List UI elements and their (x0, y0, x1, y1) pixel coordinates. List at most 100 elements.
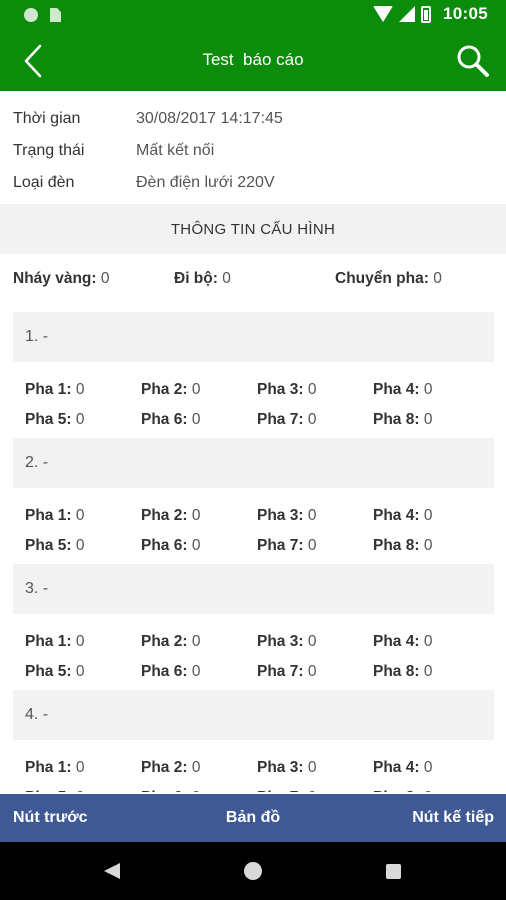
phase-group: 1. - Pha 1: 0 Pha 2: 0 Pha 3: 0 Pha 4: 0 Pha … (13, 312, 494, 438)
phase-item: Pha 6: 0 (129, 537, 245, 555)
phase-item: Pha 3: 0 (245, 759, 361, 777)
info-row-status: Trạng thái Mất kết nối (0, 135, 506, 167)
time-label: Thời gian (13, 110, 81, 127)
phase-label: Pha 5: (25, 411, 72, 428)
phase-item: Pha 7: 0 (245, 663, 361, 681)
phase-label: Pha 7: (257, 789, 304, 792)
phase-item: Pha 7: 0 (245, 537, 361, 555)
phase-value: 0 (191, 663, 201, 680)
sd-card-icon (50, 8, 61, 22)
phase-label: Pha 1: (25, 633, 72, 650)
phase-value: 0 (423, 507, 433, 524)
phase-value: 0 (423, 633, 433, 650)
next-button[interactable]: Nút kế tiếp (412, 794, 494, 842)
phase-label: Pha 8: (373, 537, 420, 554)
search-button[interactable] (450, 38, 496, 84)
phase-group: 2. - Pha 1: 0 Pha 2: 0 Pha 3: 0 Pha 4: 0 Pha … (13, 438, 494, 564)
status-label: Trạng thái (13, 142, 85, 159)
phase-label: Pha 6: (141, 411, 188, 428)
phase-label: Pha 1: (25, 381, 72, 398)
phase-item: Pha 5: 0 (13, 789, 129, 792)
phase-label: Pha 5: (25, 663, 72, 680)
phase-item: Pha 7: 0 (245, 411, 361, 429)
phase-value: 0 (307, 759, 317, 776)
phase-row: Pha 5: 0Pha 6: 0Pha 7: 0Pha 8: 0 (13, 531, 494, 561)
nav-back-icon[interactable] (104, 863, 120, 879)
phase-value: 0 (191, 759, 201, 776)
phase-row: Pha 5: 0Pha 6: 0Pha 7: 0Pha 8: 0 (13, 405, 494, 435)
nav-home-icon[interactable] (244, 862, 262, 880)
phase-item: Pha 8: 0 (361, 411, 477, 429)
search-icon (457, 45, 489, 77)
phase-label: Pha 8: (373, 789, 420, 792)
phase-group: 4. -Pha 1: 0Pha 2: 0Pha 3: 0Pha 4: 0Pha … (13, 690, 494, 792)
phase-label: Pha 1: (25, 759, 72, 776)
phase-label: Pha 7: (257, 537, 304, 554)
phase-value: 0 (75, 411, 85, 428)
phase-grid: Pha 1: 0Pha 2: 0Pha 3: 0Pha 4: 0Pha 5: 0… (13, 362, 494, 435)
phase-label: Pha 4: (373, 507, 420, 524)
battery-icon (421, 5, 432, 23)
map-button[interactable]: Bản đồ (226, 809, 280, 827)
phase-change-value: 0 (433, 270, 442, 287)
page-title: Test báo cáo (202, 50, 304, 69)
phase-item: Pha 8: 0 (361, 663, 477, 681)
phase-item: Pha 2: 0 (129, 507, 245, 525)
phase-item: Pha 2: 0 (129, 633, 245, 651)
phase-value: 0 (307, 633, 317, 650)
config-section-header: THÔNG TIN CẤU HÌNH (0, 204, 506, 254)
phase-value: 0 (75, 663, 85, 680)
phase-value: 0 (192, 789, 201, 792)
phase-value: 0 (75, 633, 85, 650)
phase-group: 3. - Pha 1: 0 Pha 2: 0 Pha 3: 0 Pha 4: 0 Pha … (13, 564, 494, 690)
phase-group-list[interactable]: 1. - Pha 1: 0 Pha 2: 0 Pha 3: 0 Pha 4: 0 Pha … (13, 312, 494, 792)
phase-value: 0 (423, 759, 433, 776)
bottom-action-bar: Nút trước Bản đồ Nút kế tiếp (0, 794, 506, 842)
phase-value: 0 (307, 381, 317, 398)
phase-group-title: 1. - (13, 312, 494, 362)
phase-value: 0 (76, 789, 85, 792)
phase-item: Pha 4: 0 (361, 759, 477, 777)
phase-value: 0 (191, 633, 201, 650)
phase-item: Pha 4: 0 (361, 507, 477, 525)
walk-summary: Đi bộ: 0 (174, 270, 231, 288)
walk-value: 0 (222, 270, 231, 287)
phase-label: Pha 5: (25, 537, 72, 554)
phase-value: 0 (307, 507, 317, 524)
phase-grid: Pha 1: 0Pha 2: 0Pha 3: 0Pha 4: 0Pha 5: 0… (13, 488, 494, 561)
phase-value: 0 (307, 663, 317, 680)
phase-label: Pha 5: (25, 789, 72, 792)
phase-item: Pha 8: 0 (361, 537, 477, 555)
phase-label: Pha 3: (257, 633, 304, 650)
phase-change-summary: Chuyển pha: 0 (335, 270, 442, 288)
phase-label: Pha 3: (257, 381, 304, 398)
phase-value: 0 (308, 789, 317, 792)
phase-value: 0 (423, 411, 433, 428)
phase-group-title: 3. - (13, 564, 494, 614)
walk-label: Đi bộ: (174, 270, 218, 287)
app-bar: Test báo cáo (0, 30, 506, 91)
phase-change-label: Chuyển pha: (335, 270, 429, 287)
phase-label: Pha 8: (373, 411, 420, 428)
phase-label: Pha 2: (141, 759, 188, 776)
lamp-type-label: Loại đèn (13, 174, 75, 191)
phase-item: Pha 8: 0 (361, 789, 477, 792)
phase-value: 0 (75, 537, 85, 554)
phase-value: 0 (191, 411, 201, 428)
phase-value: 0 (75, 507, 85, 524)
phase-label: Pha 2: (141, 507, 188, 524)
phase-label: Pha 4: (373, 759, 420, 776)
phase-row: Pha 1: 0 Pha 2: 0 Pha 3: 0 Pha 4: 0 (13, 627, 494, 657)
phase-item: Pha 2: 0 (129, 759, 245, 777)
phase-item: Pha 4: 0 (361, 381, 477, 399)
phase-row: Pha 1: 0 Pha 2: 0 Pha 3: 0 Pha 4: 0 (13, 753, 494, 783)
phase-grid: Pha 1: 0Pha 2: 0Pha 3: 0Pha 4: 0Pha 5: 0… (13, 740, 494, 792)
previous-button[interactable]: Nút trước (13, 794, 88, 842)
phase-item: Pha 2: 0 (129, 381, 245, 399)
blink-label: Nháy vàng: (13, 270, 97, 287)
nav-recents-icon[interactable] (386, 864, 401, 879)
phase-label: Pha 6: (141, 789, 188, 792)
phase-value: 0 (423, 537, 433, 554)
phase-label: Pha 2: (141, 381, 188, 398)
phase-label: Pha 4: (373, 633, 420, 650)
